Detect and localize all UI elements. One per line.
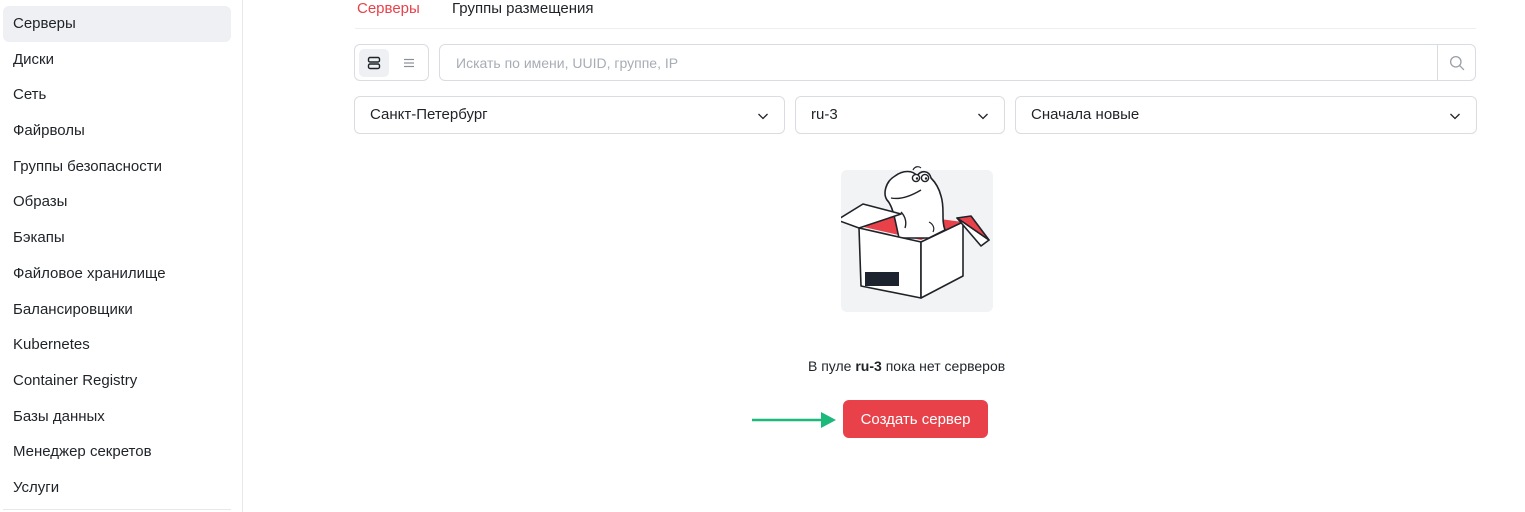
sidebar-item-disks[interactable]: Диски <box>3 42 231 78</box>
chevron-down-icon <box>978 113 988 120</box>
search-box <box>439 44 1476 81</box>
sidebar-nav: Серверы Диски Сеть Файрволы Группы безоп… <box>0 0 243 512</box>
sidebar-item-load-balancers[interactable]: Балансировщики <box>3 292 231 328</box>
sidebar-item-images[interactable]: Образы <box>3 184 231 220</box>
sidebar-item-backups[interactable]: Бэкапы <box>3 220 231 256</box>
sidebar-item-services[interactable]: Услуги <box>3 470 231 506</box>
search-button[interactable] <box>1437 45 1475 80</box>
sidebar-item-databases[interactable]: Базы данных <box>3 399 231 435</box>
sort-select-value: Сначала новые <box>1031 106 1140 123</box>
chevron-down-icon <box>758 113 768 120</box>
create-server-button[interactable]: Создать сервер <box>843 400 988 438</box>
view-mode-toggle <box>354 44 429 81</box>
cards-view-button[interactable] <box>359 49 389 77</box>
empty-text-before: В пуле <box>808 358 856 374</box>
search-icon <box>1449 55 1464 70</box>
list-view-icon <box>404 58 414 68</box>
sidebar-item-security-groups[interactable]: Группы безопасности <box>3 149 231 185</box>
sidebar-divider <box>3 509 231 510</box>
sidebar-item-kubernetes[interactable]: Kubernetes <box>3 327 231 363</box>
pool-select-value: ru-3 <box>811 106 838 123</box>
empty-box-dino-illustration <box>841 166 993 312</box>
sidebar-item-secrets-manager[interactable]: Менеджер секретов <box>3 434 231 470</box>
sidebar-item-servers[interactable]: Серверы <box>3 6 231 42</box>
sidebar-item-network[interactable]: Сеть <box>3 77 231 113</box>
list-view-button[interactable] <box>394 49 424 77</box>
sidebar-item-container-registry[interactable]: Container Registry <box>3 363 231 399</box>
empty-text-after: пока нет серверов <box>881 358 1006 374</box>
region-select[interactable]: Санкт-Петербург <box>354 96 785 134</box>
region-select-value: Санкт-Петербург <box>370 106 488 123</box>
pointer-arrow-icon <box>752 412 836 428</box>
sidebar-item-firewalls[interactable]: Файрволы <box>3 113 231 149</box>
cards-view-icon <box>367 56 381 70</box>
sidebar-item-file-storage[interactable]: Файловое хранилище <box>3 256 231 292</box>
sort-select[interactable]: Сначала новые <box>1015 96 1477 134</box>
tab-bar: Серверы Группы размещения <box>355 0 1476 29</box>
tab-servers[interactable]: Серверы <box>357 0 420 17</box>
empty-pool-name: ru-3 <box>855 358 882 374</box>
tab-placement-groups[interactable]: Группы размещения <box>452 0 594 17</box>
pool-select[interactable]: ru-3 <box>795 96 1005 134</box>
chevron-down-icon <box>1450 113 1460 120</box>
search-input[interactable] <box>440 45 1438 80</box>
